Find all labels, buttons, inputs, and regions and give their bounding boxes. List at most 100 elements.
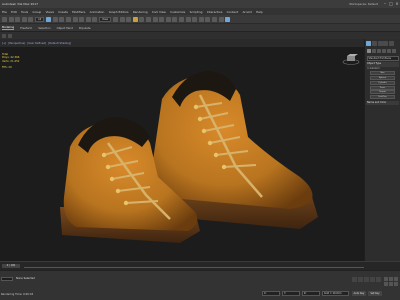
pan-icon[interactable] bbox=[388, 281, 393, 286]
menu-file[interactable]: File bbox=[2, 10, 7, 14]
torus-button[interactable]: Torus bbox=[370, 85, 395, 90]
time-slider[interactable]: 0 / 100 bbox=[2, 263, 20, 268]
percent-snap-icon[interactable] bbox=[146, 16, 152, 22]
viewport-shading-mode[interactable]: [Default Shading] bbox=[48, 42, 71, 45]
render-production-icon[interactable] bbox=[225, 16, 231, 22]
menu-arnold[interactable]: Arnold bbox=[242, 10, 251, 14]
hierarchy-tab-icon[interactable] bbox=[377, 41, 383, 46]
render-setup-icon[interactable] bbox=[212, 16, 217, 22]
shapes-icon[interactable] bbox=[371, 49, 376, 53]
boots-model[interactable] bbox=[0, 47, 364, 261]
geometry-icon[interactable] bbox=[366, 49, 371, 53]
zoom-extents-icon[interactable] bbox=[393, 277, 398, 281]
menu-tools[interactable]: Tools bbox=[21, 10, 28, 14]
cylinder-button[interactable]: Cylinder bbox=[370, 80, 395, 85]
viewport-menu-plus[interactable]: [+] bbox=[2, 42, 6, 45]
material-editor-icon[interactable] bbox=[205, 16, 211, 22]
viewport-user-defined[interactable]: [User Defined] bbox=[27, 42, 46, 45]
zoom-icon[interactable] bbox=[384, 277, 388, 281]
textplus-button[interactable]: TextPlus bbox=[370, 95, 395, 100]
menu-content[interactable]: Content bbox=[227, 10, 239, 14]
goto-start-icon[interactable] bbox=[352, 277, 357, 282]
schematic-view-icon[interactable] bbox=[198, 16, 204, 22]
menu-civil-view[interactable]: Civil View bbox=[152, 10, 166, 14]
menu-help[interactable]: Help bbox=[256, 10, 263, 14]
reference-coordinate-dropdown[interactable]: View bbox=[98, 16, 112, 22]
menu-create[interactable]: Create bbox=[58, 10, 68, 14]
window-crossing-icon[interactable] bbox=[65, 16, 71, 22]
tab-populate[interactable]: Populate bbox=[79, 26, 91, 30]
create-tab-icon[interactable] bbox=[366, 41, 371, 46]
orbit-icon[interactable] bbox=[393, 281, 398, 286]
polygon-modeling-icon[interactable] bbox=[2, 33, 6, 38]
region-select-icon[interactable] bbox=[59, 16, 65, 22]
align-icon[interactable] bbox=[172, 16, 178, 22]
scale-icon[interactable] bbox=[85, 16, 91, 22]
select-by-name-icon[interactable] bbox=[52, 16, 58, 22]
bind-space-warp-icon[interactable] bbox=[28, 16, 34, 22]
motion-tab-icon[interactable] bbox=[383, 41, 389, 46]
selection-filter-dropdown[interactable]: All bbox=[34, 16, 45, 22]
layer-explorer-icon[interactable] bbox=[179, 16, 185, 22]
tab-freeform[interactable]: Freeform bbox=[20, 26, 32, 30]
box-button[interactable]: Box bbox=[370, 71, 395, 76]
previous-frame-icon[interactable] bbox=[358, 277, 363, 282]
play-icon[interactable] bbox=[364, 277, 369, 282]
placement-icon[interactable] bbox=[92, 16, 98, 22]
menu-interactive[interactable]: Interactive bbox=[207, 10, 223, 14]
auto-key-button[interactable]: Auto Key bbox=[352, 291, 366, 296]
rendered-frame-window-icon[interactable] bbox=[218, 16, 224, 22]
menu-views[interactable]: Views bbox=[46, 10, 54, 14]
x-coordinate-field[interactable]: X: bbox=[262, 291, 280, 296]
zoom-all-icon[interactable] bbox=[388, 277, 393, 281]
viewport-point-of-view[interactable]: [Perspective] bbox=[8, 42, 25, 45]
menu-animation[interactable]: Animation bbox=[90, 10, 105, 14]
angle-snap-icon[interactable] bbox=[139, 16, 145, 22]
y-coordinate-field[interactable]: Y: bbox=[282, 291, 300, 296]
unlink-icon[interactable] bbox=[21, 16, 27, 22]
close-icon[interactable]: × bbox=[394, 1, 400, 7]
teapot-button[interactable]: Teapot bbox=[370, 90, 395, 95]
menu-graph-editors[interactable]: Graph Editors bbox=[109, 10, 129, 14]
workspace-selector[interactable]: Workspaces: Default bbox=[349, 2, 382, 6]
object-type-rollout[interactable]: Object Type bbox=[366, 62, 399, 67]
field-of-view-icon[interactable] bbox=[384, 281, 388, 286]
undo-icon[interactable] bbox=[2, 16, 7, 22]
name-and-color-rollout[interactable]: Name and Color bbox=[366, 100, 399, 106]
modify-tab-icon[interactable] bbox=[371, 41, 377, 46]
tab-modeling[interactable]: Modeling bbox=[2, 25, 15, 30]
menu-customize[interactable]: Customize bbox=[170, 10, 185, 14]
autogrid-checkbox[interactable]: ☐ AutoGrid bbox=[367, 67, 398, 70]
set-key-button[interactable]: Set Key bbox=[368, 291, 382, 296]
pivot-center-icon[interactable] bbox=[113, 16, 119, 22]
select-manipulate-icon[interactable] bbox=[119, 16, 125, 22]
menu-edit[interactable]: Edit bbox=[11, 10, 17, 14]
snaps-toggle-icon[interactable] bbox=[132, 16, 138, 22]
cameras-icon[interactable] bbox=[381, 49, 386, 53]
menu-rendering[interactable]: Rendering bbox=[133, 10, 148, 14]
tab-selection[interactable]: Selection bbox=[38, 26, 50, 30]
lights-icon[interactable] bbox=[376, 49, 381, 53]
viewcube-icon[interactable] bbox=[342, 53, 360, 65]
space-warps-icon[interactable] bbox=[391, 49, 396, 53]
select-object-icon[interactable] bbox=[46, 16, 52, 22]
keyboard-shortcut-icon[interactable] bbox=[126, 16, 132, 22]
perspective-viewport[interactable]: Total Polys: 42,366 Verts: 21,452 FPS: 2… bbox=[0, 47, 364, 261]
tab-object-paint[interactable]: Object Paint bbox=[57, 26, 73, 30]
display-tab-icon[interactable] bbox=[389, 41, 395, 46]
toggle-ribbon-icon[interactable] bbox=[185, 16, 191, 22]
curve-editor-icon[interactable] bbox=[192, 16, 198, 22]
goto-end-icon[interactable] bbox=[376, 277, 381, 282]
rotate-icon[interactable] bbox=[79, 16, 85, 22]
sphere-button[interactable]: Sphere bbox=[370, 75, 395, 80]
named-selection-icon[interactable] bbox=[159, 16, 165, 22]
maxscript-listener-input[interactable] bbox=[1, 277, 13, 281]
primitive-type-dropdown[interactable]: Standard Primitives bbox=[366, 55, 399, 61]
menu-scripting[interactable]: Scripting bbox=[190, 10, 203, 14]
move-icon[interactable] bbox=[72, 16, 78, 22]
menu-group[interactable]: Group bbox=[32, 10, 41, 14]
z-coordinate-field[interactable]: Z: bbox=[302, 291, 320, 296]
redo-icon[interactable] bbox=[8, 16, 14, 22]
menu-modifiers[interactable]: Modifiers bbox=[72, 10, 85, 14]
link-icon[interactable] bbox=[15, 16, 21, 22]
